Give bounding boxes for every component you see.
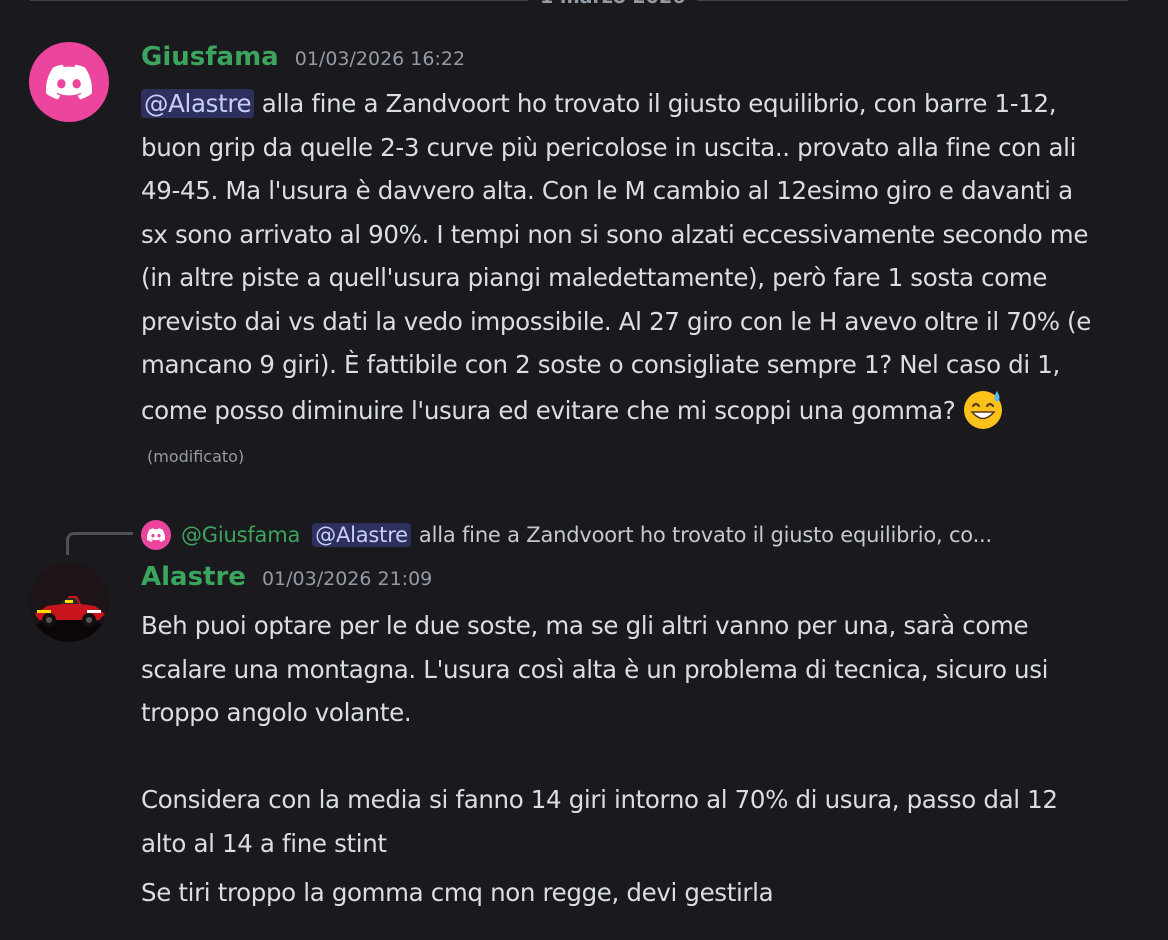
- reply-reference[interactable]: @Giusfama @Alastre alla fine a Zandvoort…: [141, 518, 992, 552]
- date-divider: 1 marzo 2026: [30, 0, 1128, 12]
- timestamp[interactable]: 01/03/2026 16:22: [295, 48, 465, 70]
- message-content: @Alastre alla fine a Zandvoort ho trovat…: [141, 82, 1101, 479]
- reply-avatar[interactable]: [141, 520, 171, 550]
- discord-logo-icon: [46, 64, 92, 100]
- message-paragraph: Considera con la media si fanno 14 giri …: [141, 785, 1058, 858]
- username[interactable]: Giusfama: [141, 42, 279, 72]
- race-car-avatar-icon: [29, 562, 109, 642]
- grinning-sweat-emoji-icon[interactable]: [961, 387, 1005, 431]
- timestamp[interactable]: 01/03/2026 21:09: [262, 568, 432, 590]
- reply-spine: [66, 532, 133, 555]
- reply-preview-text[interactable]: alla fine a Zandvoort ho trovato il gius…: [419, 523, 992, 547]
- chat-messages: 1 marzo 2026 Giusfama 01/03/2026 16:22 @…: [0, 0, 1168, 940]
- avatar[interactable]: [29, 42, 109, 122]
- message-header: Giusfama 01/03/2026 16:22: [141, 42, 465, 72]
- avatar[interactable]: [29, 562, 109, 642]
- divider-date: 1 marzo 2026: [528, 0, 698, 8]
- message-header: Alastre 01/03/2026 21:09: [141, 562, 432, 592]
- user-mention[interactable]: @Alastre: [141, 89, 255, 118]
- reply-author[interactable]: @Giusfama: [181, 523, 300, 547]
- message-content: Beh puoi optare per le due soste, ma se …: [141, 604, 1101, 865]
- message-text: alla fine a Zandvoort ho trovato il gius…: [141, 89, 1091, 425]
- reply-mention[interactable]: @Alastre: [312, 523, 411, 547]
- message-paragraph: Beh puoi optare per le due soste, ma se …: [141, 611, 1049, 727]
- username[interactable]: Alastre: [141, 562, 246, 592]
- discord-logo-icon: [147, 528, 165, 542]
- edited-label: (modificato): [147, 447, 245, 466]
- followup-message: Se tiri troppo la gomma cmq non regge, d…: [141, 878, 774, 907]
